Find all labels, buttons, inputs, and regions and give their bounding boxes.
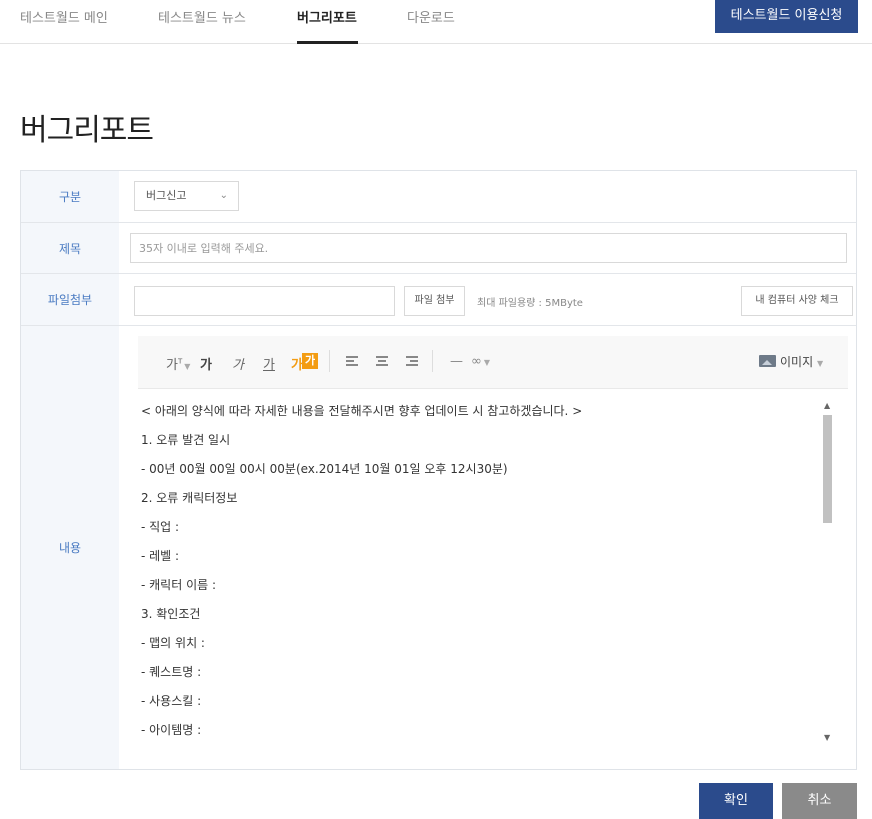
align-left-icon[interactable]	[346, 356, 358, 367]
editor-content-area[interactable]: < 아래의 양식에 따라 자세한 내용을 전달해주시면 향후 업데이트 시 참고…	[138, 389, 848, 761]
content-label: 내용	[21, 326, 119, 769]
editor-line: - 아이템명 :	[141, 723, 202, 737]
editor-line: - 레벨 :	[141, 549, 180, 563]
attach-file-button[interactable]: 파일 첨부	[404, 286, 465, 316]
check-spec-button[interactable]: 내 컴퓨터 사양 체크	[741, 286, 853, 316]
subject-row: 제목	[21, 223, 856, 274]
confirm-button[interactable]: 확인	[699, 783, 773, 819]
content-row: 내용 가T▼ 가 가 가 가 가 — ∞ ▼ 이미지 ▼ < 아래의 양식에 따라…	[21, 326, 856, 769]
editor-line: - 00년 00월 00일 00시 00분(ex.2014년 10월 01일 오…	[141, 462, 508, 476]
scroll-up-icon[interactable]: ▲	[824, 401, 830, 410]
image-icon	[759, 355, 776, 367]
editor-toolbar: 가T▼ 가 가 가 가 가 — ∞ ▼ 이미지 ▼	[138, 336, 848, 389]
bold-button[interactable]: 가	[200, 354, 212, 373]
scrollbar-thumb[interactable]	[823, 415, 832, 523]
bug-report-form: 구분 버그신고 ⌄ 제목 파일첨부 파일 첨부 최대 파일용량 : 5MByte…	[20, 170, 857, 770]
editor-scrollbar[interactable]: ▲ ▼	[821, 399, 834, 749]
file-path-field[interactable]	[134, 286, 395, 316]
apply-button[interactable]: 테스트월드 이용신청	[715, 0, 858, 33]
toolbar-divider	[329, 350, 330, 372]
editor-line: < 아래의 양식에 따라 자세한 내용을 전달해주시면 향후 업데이트 시 참고…	[141, 404, 583, 418]
chevron-down-icon: ⌄	[219, 190, 228, 201]
category-select[interactable]: 버그신고 ⌄	[134, 181, 239, 211]
subject-input[interactable]	[130, 233, 847, 263]
editor-line: - 퀘스트명 :	[141, 665, 202, 679]
scroll-down-icon[interactable]: ▼	[824, 733, 830, 742]
category-label: 구분	[21, 171, 119, 222]
category-row: 구분 버그신고 ⌄	[21, 171, 856, 223]
underline-button[interactable]: 가	[263, 354, 275, 373]
align-right-icon[interactable]	[406, 356, 418, 367]
editor-line: 1. 오류 발견 일시	[141, 433, 231, 447]
insert-image-button[interactable]: 이미지 ▼	[759, 353, 823, 370]
editor-line: - 사용스킬 :	[141, 694, 202, 708]
nav-item-download[interactable]: 다운로드	[407, 7, 455, 26]
top-navigation: 테스트월드 메인 테스트월드 뉴스 버그리포트 다운로드 테스트월드 이용신청	[0, 0, 872, 44]
editor-line: - 캐릭터 이름 :	[141, 578, 217, 592]
editor-line: 3. 확인조건	[141, 607, 201, 621]
font-size-button[interactable]: 가T▼	[166, 354, 190, 373]
italic-button[interactable]: 가	[232, 354, 244, 373]
active-tab-indicator	[297, 41, 358, 44]
editor-text: < 아래의 양식에 따라 자세한 내용을 전달해주시면 향후 업데이트 시 참고…	[141, 401, 821, 749]
highlight-color-button[interactable]: 가	[302, 353, 318, 369]
editor-line: 2. 오류 캐릭터정보	[141, 491, 238, 505]
horizontal-rule-icon[interactable]: —	[450, 354, 463, 369]
nav-item-news[interactable]: 테스트월드 뉴스	[158, 7, 246, 26]
subject-label: 제목	[21, 223, 119, 273]
editor-line: - 직업 :	[141, 520, 180, 534]
page-title: 버그리포트	[20, 113, 154, 148]
category-selected-value: 버그신고	[146, 189, 187, 202]
toolbar-divider	[432, 350, 433, 372]
link-icon[interactable]: ∞ ▼	[471, 354, 490, 369]
file-size-note: 최대 파일용량 : 5MByte	[477, 298, 583, 309]
editor-line: - 맵의 위치 :	[141, 636, 205, 650]
rich-text-editor: 가T▼ 가 가 가 가 가 — ∞ ▼ 이미지 ▼ < 아래의 양식에 따라 자세…	[138, 336, 848, 761]
nav-item-bug-report[interactable]: 버그리포트	[297, 7, 357, 26]
nav-item-main[interactable]: 테스트월드 메인	[20, 7, 108, 26]
attachment-row: 파일첨부 파일 첨부 최대 파일용량 : 5MByte 내 컴퓨터 사양 체크	[21, 274, 856, 326]
cancel-button[interactable]: 취소	[782, 783, 857, 819]
align-center-icon[interactable]	[376, 356, 388, 367]
attachment-label: 파일첨부	[21, 274, 119, 325]
